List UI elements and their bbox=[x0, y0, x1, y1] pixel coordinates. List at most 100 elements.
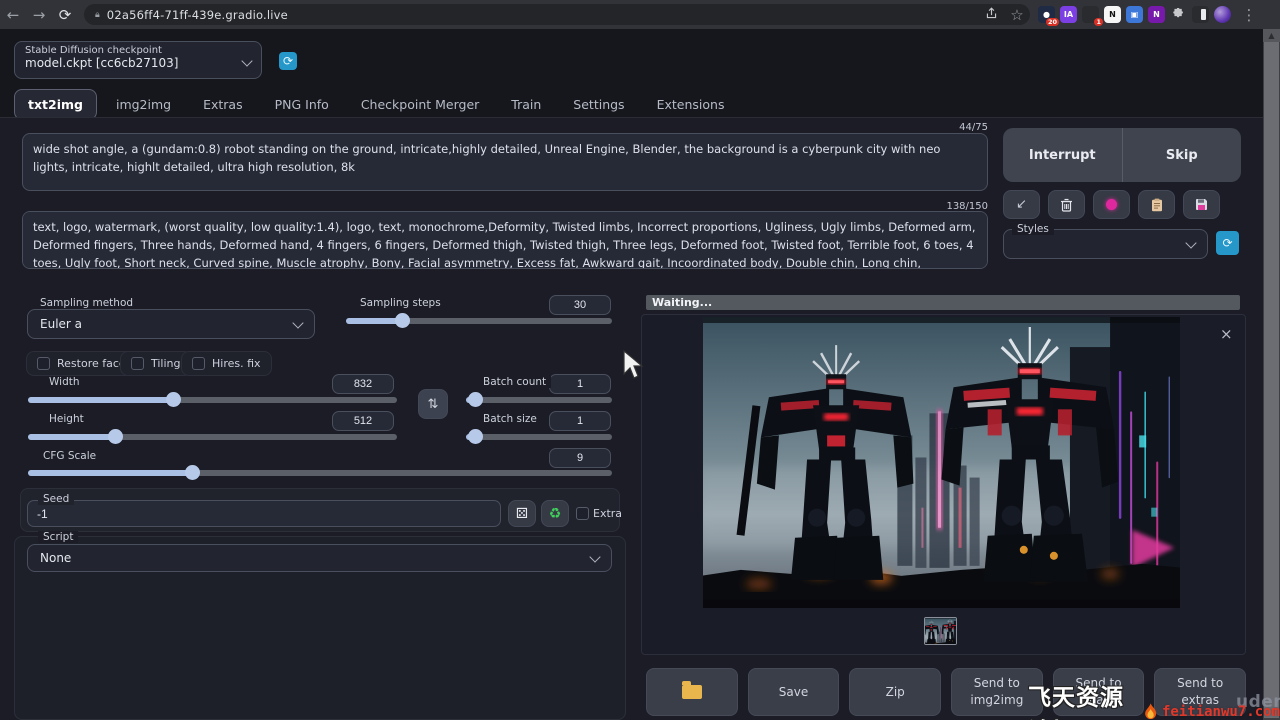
clear-prompt-button[interactable] bbox=[1048, 190, 1085, 219]
batch-size-slider[interactable] bbox=[466, 434, 612, 440]
sampling-steps-label: Sampling steps bbox=[355, 297, 446, 309]
gundam-scene bbox=[703, 317, 1180, 608]
restore-faces-checkbox[interactable] bbox=[37, 357, 50, 370]
hires-fix-checkbox[interactable] bbox=[192, 357, 205, 370]
height-slider[interactable] bbox=[28, 434, 397, 440]
seed-input[interactable] bbox=[27, 500, 501, 527]
negative-prompt-input[interactable]: text, logo, watermark, (worst quality, l… bbox=[22, 211, 988, 269]
sampling-method-dropdown[interactable]: Euler a bbox=[27, 309, 315, 339]
close-icon[interactable]: × bbox=[1220, 325, 1233, 343]
sampling-steps-value[interactable] bbox=[549, 295, 611, 315]
height-value[interactable] bbox=[332, 411, 394, 431]
udemy-watermark: udemy bbox=[1236, 692, 1280, 712]
tab-extensions[interactable]: Extensions bbox=[644, 90, 738, 119]
main-tabs: txt2img img2img Extras PNG Info Checkpoi… bbox=[14, 89, 737, 120]
batch-count-value[interactable] bbox=[549, 374, 611, 394]
height-label: Height bbox=[44, 413, 89, 425]
page-scrollbar[interactable]: ▲ bbox=[1263, 29, 1280, 720]
cfg-scale-label: CFG Scale bbox=[38, 450, 101, 462]
chevron-down-icon bbox=[241, 55, 252, 66]
extra-networks-button[interactable] bbox=[1093, 190, 1130, 219]
clipboard-icon bbox=[1151, 198, 1163, 212]
scrollbar-thumb[interactable] bbox=[1264, 42, 1279, 718]
tab-checkpoint-merger[interactable]: Checkpoint Merger bbox=[348, 90, 492, 119]
floppy-disk-icon bbox=[1195, 198, 1208, 211]
batch-size-value[interactable] bbox=[549, 411, 611, 431]
apply-style-button[interactable] bbox=[1138, 190, 1175, 219]
checkpoint-value: model.ckpt [cc6cb27103] bbox=[25, 56, 178, 70]
skip-button[interactable]: Skip bbox=[1123, 128, 1242, 182]
reload-icon[interactable]: ⟳ bbox=[52, 6, 78, 24]
batch-size-label: Batch size bbox=[478, 413, 542, 425]
interrupt-skip-group: Interrupt Skip bbox=[1003, 128, 1241, 182]
bookmark-star-icon[interactable]: ☆ bbox=[1004, 6, 1030, 24]
prompt-input[interactable]: wide shot angle, a (gundam:0.8) robot st… bbox=[22, 133, 988, 191]
save-button[interactable]: Save bbox=[748, 668, 840, 716]
zip-button[interactable]: Zip bbox=[849, 668, 941, 716]
send-to-inpaint-button[interactable]: Send to inpaint bbox=[1053, 668, 1145, 716]
tiling-checkbox[interactable] bbox=[131, 357, 144, 370]
checkpoint-dropdown[interactable]: Stable Diffusion checkpoint model.ckpt [… bbox=[14, 41, 262, 79]
sampling-steps-slider[interactable] bbox=[346, 318, 612, 324]
lock-icon: 🔒︎ bbox=[95, 10, 100, 20]
puzzle-icon[interactable] bbox=[1170, 6, 1187, 23]
width-value[interactable] bbox=[332, 374, 394, 394]
width-label: Width bbox=[44, 376, 85, 388]
extra-seed-label: Extra bbox=[593, 507, 622, 520]
sampling-method-value: Euler a bbox=[40, 317, 82, 331]
chevron-down-icon bbox=[292, 317, 303, 328]
ext-pin-icon[interactable]: ●20 bbox=[1038, 6, 1055, 23]
interrupt-button[interactable]: Interrupt bbox=[1003, 128, 1122, 182]
back-icon[interactable]: ← bbox=[0, 6, 26, 24]
progress-bar: Waiting... bbox=[646, 295, 1240, 310]
dice-icon: ⚄ bbox=[516, 506, 528, 522]
tab-train[interactable]: Train bbox=[498, 90, 554, 119]
ext-ia-icon[interactable]: IA bbox=[1060, 6, 1077, 23]
cfg-scale-slider[interactable] bbox=[28, 470, 612, 476]
reuse-seed-button[interactable]: ♻ bbox=[541, 500, 569, 527]
chevron-down-icon bbox=[1185, 237, 1196, 248]
gundam-scene-thumb bbox=[925, 618, 957, 645]
tab-extras[interactable]: Extras bbox=[190, 90, 256, 119]
ext-onenote-icon[interactable]: N bbox=[1148, 6, 1165, 23]
random-seed-button[interactable]: ⚄ bbox=[508, 500, 536, 527]
ext-image-icon[interactable]: ▣ bbox=[1126, 6, 1143, 23]
cfg-scale-value[interactable] bbox=[549, 448, 611, 468]
checkpoint-refresh-button[interactable]: ⟳ bbox=[279, 52, 297, 70]
share-icon[interactable] bbox=[978, 7, 1004, 23]
save-style-button[interactable] bbox=[1183, 190, 1220, 219]
width-slider[interactable] bbox=[28, 397, 397, 403]
tab-img2img[interactable]: img2img bbox=[103, 90, 184, 119]
forward-icon[interactable]: → bbox=[26, 6, 52, 24]
batch-count-slider[interactable] bbox=[466, 397, 612, 403]
swap-dimensions-button[interactable]: ⇅ bbox=[418, 389, 448, 419]
ext-notion-icon[interactable]: N bbox=[1104, 6, 1121, 23]
batch-count-label: Batch count bbox=[478, 376, 551, 388]
ext-dark-icon[interactable]: 1 bbox=[1082, 6, 1099, 23]
styles-refresh-button[interactable]: ⟳ bbox=[1216, 231, 1239, 255]
generated-image[interactable] bbox=[703, 317, 1180, 608]
scrollbar-up-arrow[interactable]: ▲ bbox=[1263, 29, 1280, 42]
sidebar-toggle-icon[interactable] bbox=[1192, 6, 1209, 23]
tab-png-info[interactable]: PNG Info bbox=[262, 90, 342, 119]
hires-fix-option[interactable]: Hires. fix bbox=[181, 351, 272, 376]
styles-label: Styles bbox=[1012, 223, 1054, 235]
script-dropdown[interactable]: None bbox=[27, 544, 612, 572]
extension-strip: ●20 IA 1 N ▣ N ⋮ bbox=[1038, 6, 1262, 24]
send-to-extras-button[interactable]: Send to extras bbox=[1154, 668, 1246, 716]
tab-settings[interactable]: Settings bbox=[560, 90, 637, 119]
script-label: Script bbox=[38, 531, 78, 543]
profile-avatar[interactable] bbox=[1214, 6, 1231, 23]
paste-params-button[interactable]: ↙ bbox=[1003, 190, 1040, 219]
extra-networks-icon bbox=[1106, 199, 1117, 210]
address-bar[interactable]: 🔒︎ 02a56ff4-71ff-439e.gradio.live ☆ bbox=[84, 4, 1030, 25]
gallery-thumbnail[interactable] bbox=[924, 617, 957, 645]
tab-txt2img[interactable]: txt2img bbox=[14, 89, 97, 120]
send-to-img2img-button[interactable]: Send to img2img bbox=[951, 668, 1043, 716]
extra-seed-checkbox[interactable] bbox=[576, 507, 589, 520]
output-actions: Save Zip Send to img2img Send to inpaint… bbox=[646, 668, 1246, 716]
browser-toolbar: ← → ⟳ 🔒︎ 02a56ff4-71ff-439e.gradio.live … bbox=[0, 0, 1280, 29]
menu-dots-icon[interactable]: ⋮ bbox=[1236, 6, 1262, 24]
seed-label: Seed bbox=[38, 493, 74, 505]
open-folder-button[interactable] bbox=[646, 668, 738, 716]
